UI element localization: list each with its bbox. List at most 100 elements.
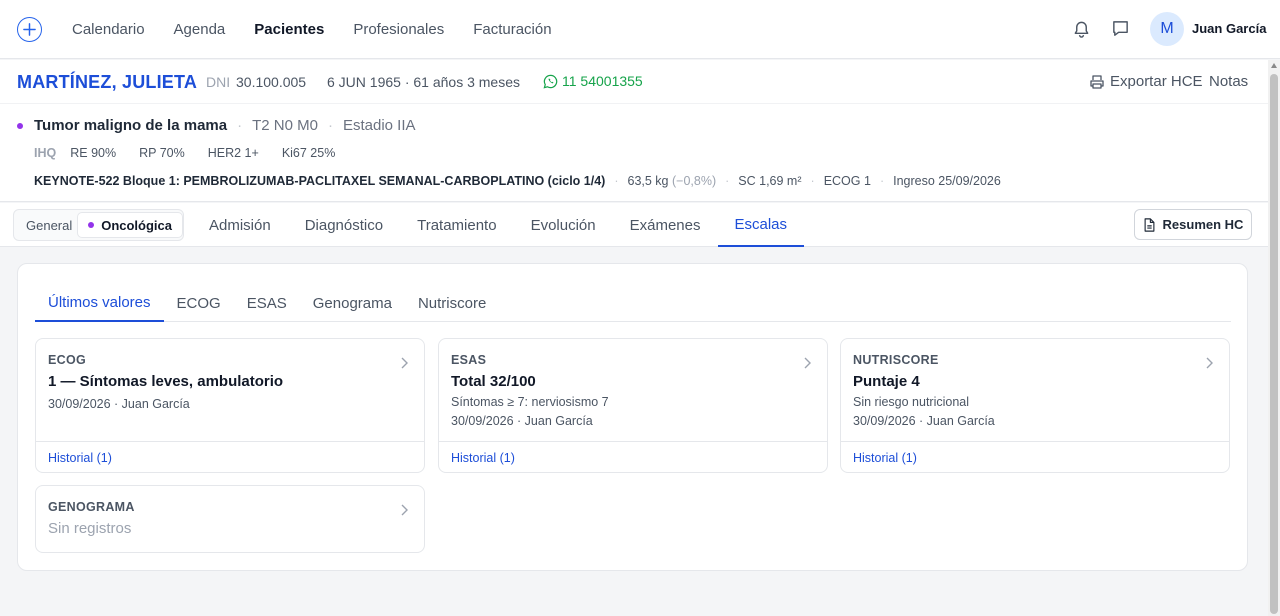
printer-icon xyxy=(1090,74,1104,89)
separator: · xyxy=(614,174,619,188)
tab-diagnostico[interactable]: Diagnóstico xyxy=(288,203,400,247)
marker-rp: RP 70% xyxy=(139,146,185,160)
card-meta: 30/09/2026 · Juan García xyxy=(853,414,995,428)
card-label: ESAS xyxy=(451,353,487,367)
export-hce-button[interactable]: Exportar HCE xyxy=(1089,73,1203,90)
card-footer: Historial (1) xyxy=(36,441,424,472)
main-tabs: Admisión Diagnóstico Tratamiento Evoluci… xyxy=(192,203,805,247)
phone-number: 11 54001355 xyxy=(562,73,643,89)
card-detail: Sin riesgo nutricional xyxy=(853,395,970,409)
patient-header: MARTÍNEZ, JULIETA DNI 30.100.005 6 JUN 1… xyxy=(0,60,1268,104)
card-detail: Síntomas ≥ 7: nerviosismo 7 xyxy=(451,395,609,409)
main-nav: Calendario Agenda Pacientes Profesionale… xyxy=(72,0,581,59)
nav-calendario[interactable]: Calendario xyxy=(72,21,145,38)
scale-card-nutriscore[interactable]: NUTRISCORE Puntaje 4 Sin riesgo nutricio… xyxy=(840,338,1230,473)
diagnosis-bullet xyxy=(17,123,23,129)
nav-profesionales[interactable]: Profesionales xyxy=(353,21,444,38)
export-label: Exportar HCE xyxy=(1110,73,1203,90)
subtab-ecog[interactable]: ECOG xyxy=(164,284,234,322)
separator: · xyxy=(810,174,815,188)
scroll-up-arrow[interactable] xyxy=(1271,63,1277,68)
card-footer: Historial (1) xyxy=(841,441,1229,472)
dni-label: DNI xyxy=(206,74,231,90)
whatsapp-icon xyxy=(543,74,558,88)
scales-subtabs: Últimos valores ECOG ESAS Genograma Nutr… xyxy=(35,284,1231,322)
tab-examenes[interactable]: Exámenes xyxy=(613,203,718,247)
card-empty-state: Sin registros xyxy=(48,520,132,537)
card-footer: Historial (1) xyxy=(439,441,827,472)
separator: · xyxy=(879,174,885,188)
birthdate-age: 6 JUN 1965 · 61 años 3 meses xyxy=(327,74,520,90)
admission-date: Ingreso 25/09/2026 xyxy=(893,174,1001,188)
card-value: 1 — Síntomas leves, ambulatorio xyxy=(48,373,284,390)
scale-card-esas[interactable]: ESAS Total 32/100 Síntomas ≥ 7: nerviosi… xyxy=(438,338,828,473)
top-navigation-bar: Calendario Agenda Pacientes Profesionale… xyxy=(0,0,1280,59)
body-surface: SC 1,69 m² xyxy=(738,174,802,188)
scrollbar-thumb[interactable] xyxy=(1270,74,1278,614)
history-link[interactable]: Historial (1) xyxy=(48,451,112,465)
subtab-esas[interactable]: ESAS xyxy=(234,284,300,322)
record-type-toggle: General Oncológica xyxy=(13,209,184,241)
add-button[interactable] xyxy=(17,17,42,42)
tab-escalas[interactable]: Escalas xyxy=(717,203,805,247)
oncology-dot xyxy=(88,222,95,228)
avatar[interactable]: M xyxy=(1150,12,1184,46)
nav-agenda[interactable]: Agenda xyxy=(174,21,226,38)
card-value: Puntaje 4 xyxy=(853,373,920,390)
chevron-right-icon[interactable] xyxy=(400,504,408,516)
dni-value: 30.100.005 xyxy=(236,74,307,90)
marker-her2: HER2 1+ xyxy=(207,146,259,160)
record-tabs-bar: General Oncológica Admisión Diagnóstico … xyxy=(0,203,1268,247)
scales-panel: Últimos valores ECOG ESAS Genograma Nutr… xyxy=(17,263,1248,571)
chat-icon[interactable] xyxy=(1111,19,1130,38)
nav-facturacion[interactable]: Facturación xyxy=(473,21,551,38)
plus-icon xyxy=(23,23,36,36)
chevron-right-icon[interactable] xyxy=(400,357,408,369)
diagnosis-line: Tumor maligno de la mama · T2 N0 M0 · Es… xyxy=(34,117,416,134)
protocol-name: KEYNOTE-522 Bloque 1: PEMBROLIZUMAB-PACL… xyxy=(34,174,606,188)
chevron-right-icon[interactable] xyxy=(803,357,811,369)
whatsapp-link[interactable]: 11 54001355 xyxy=(543,73,643,89)
subtab-nutriscore[interactable]: Nutriscore xyxy=(405,284,499,322)
toggle-oncologica[interactable]: Oncológica xyxy=(77,212,183,238)
card-label: GENOGRAMA xyxy=(48,500,135,514)
weight-delta: (−0,8%) xyxy=(672,174,717,188)
resumen-hc-button[interactable]: Resumen HC xyxy=(1134,209,1252,240)
chevron-right-icon[interactable] xyxy=(1205,357,1213,369)
card-meta: 30/09/2026 · Juan García xyxy=(451,414,593,428)
nav-pacientes[interactable]: Pacientes xyxy=(254,21,324,38)
notes-button[interactable]: Notas xyxy=(1209,73,1248,90)
scale-card-ecog[interactable]: ECOG 1 — Síntomas leves, ambulatorio 30/… xyxy=(35,338,425,473)
ihq-line: IHQ RE 90% RP 70% HER2 1+ Ki67 25% xyxy=(34,146,358,160)
ihq-label: IHQ xyxy=(34,146,57,160)
diagnosis-summary: Tumor maligno de la mama · T2 N0 M0 · Es… xyxy=(0,104,1268,202)
patient-name: MARTÍNEZ, JULIETA xyxy=(17,72,198,92)
toggle-general[interactable]: General xyxy=(14,218,77,233)
card-value: Total 32/100 xyxy=(451,373,536,390)
tnm-value: T2 N0 M0 xyxy=(252,117,318,134)
stage-value: Estadio IIA xyxy=(342,117,416,134)
separator: · xyxy=(327,117,333,134)
tab-admision[interactable]: Admisión xyxy=(192,203,288,247)
history-link[interactable]: Historial (1) xyxy=(451,451,515,465)
separator: · xyxy=(725,174,730,188)
card-label: NUTRISCORE xyxy=(853,353,939,367)
bell-icon[interactable] xyxy=(1072,19,1091,39)
page-scrollbar[interactable] xyxy=(1268,60,1280,616)
card-label: ECOG xyxy=(48,353,87,367)
separator: · xyxy=(237,117,243,134)
subtab-genograma[interactable]: Genograma xyxy=(300,284,405,322)
tab-tratamiento[interactable]: Tratamiento xyxy=(400,203,513,247)
history-link[interactable]: Historial (1) xyxy=(853,451,917,465)
tab-evolucion[interactable]: Evolución xyxy=(514,203,613,247)
weight-value: 63,5 kg xyxy=(627,174,669,188)
protocol-line: KEYNOTE-522 Bloque 1: PEMBROLIZUMAB-PACL… xyxy=(34,174,1001,188)
marker-ki67: Ki67 25% xyxy=(281,146,336,160)
user-name[interactable]: Juan García xyxy=(1192,21,1266,36)
card-meta: 30/09/2026 · Juan García xyxy=(48,397,190,411)
scale-card-genograma[interactable]: GENOGRAMA Sin registros xyxy=(35,485,425,553)
toggle-oncologica-label: Oncológica xyxy=(101,217,172,233)
subtab-ultimos-valores[interactable]: Últimos valores xyxy=(35,284,164,322)
resumen-hc-label: Resumen HC xyxy=(1162,217,1244,232)
ecog-value: ECOG 1 xyxy=(823,174,871,188)
